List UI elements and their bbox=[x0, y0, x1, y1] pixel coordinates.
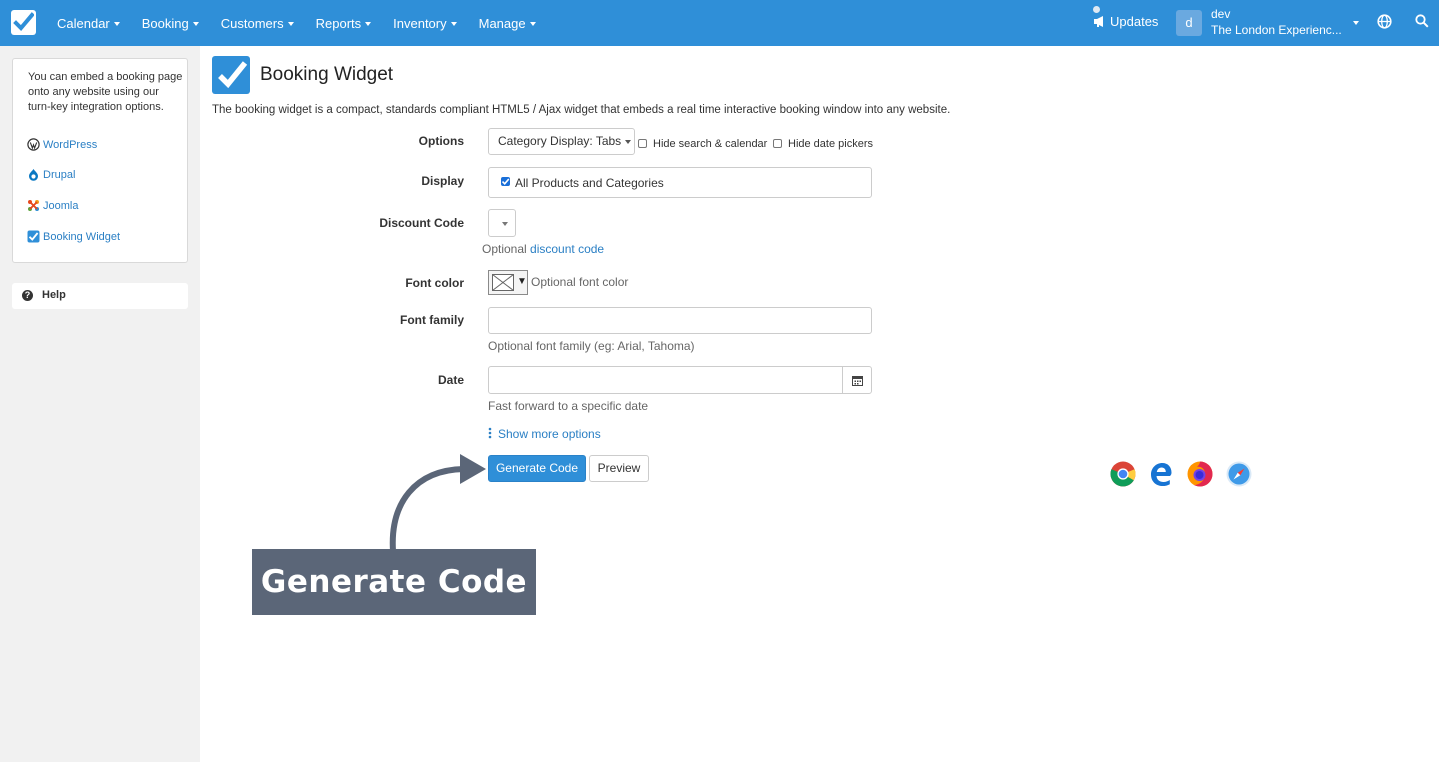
sidebar-item-joomla[interactable]: Joomla bbox=[27, 199, 78, 212]
discount-help-prefix: Optional bbox=[482, 242, 527, 256]
updates-label: Updates bbox=[1110, 14, 1159, 29]
megaphone-icon bbox=[1094, 16, 1103, 27]
category-display-value: Category Display: Tabs bbox=[498, 134, 622, 148]
discount-code-link[interactable]: discount code bbox=[530, 242, 604, 256]
updates-button[interactable]: Updates bbox=[1093, 6, 1159, 29]
font-color-label: Font color bbox=[405, 276, 464, 290]
hide-date-pickers-checkbox[interactable] bbox=[773, 139, 782, 148]
sidebar-item-wordpress[interactable]: WordPress bbox=[27, 138, 97, 151]
safari-icon bbox=[1226, 461, 1252, 487]
hide-search-checkbox[interactable] bbox=[638, 139, 647, 148]
show-more-options-label: Show more options bbox=[498, 427, 601, 441]
nav-reports[interactable]: Reports bbox=[316, 16, 372, 31]
display-label: Display bbox=[421, 174, 464, 188]
integration-panel: You can embed a booking page onto any we… bbox=[12, 58, 188, 263]
sidebar-item-label: WordPress bbox=[43, 138, 98, 151]
empty-color-icon bbox=[492, 274, 514, 291]
annotation-callout-text: Generate Code bbox=[260, 564, 528, 600]
nav-inventory[interactable]: Inventory bbox=[393, 15, 457, 31]
font-color-picker[interactable]: ▼ bbox=[488, 270, 528, 295]
date-label: Date bbox=[437, 373, 464, 387]
sidebar-intro: You can embed a booking page onto any we… bbox=[28, 71, 183, 113]
nav-manage-label: Manage bbox=[478, 15, 526, 31]
nav-calendar[interactable]: Calendar bbox=[57, 16, 120, 31]
chevron-down-icon bbox=[365, 22, 372, 27]
chevron-down-icon: ▼ bbox=[517, 276, 527, 287]
generate-code-button[interactable]: Generate Code bbox=[488, 455, 586, 482]
chevron-down-icon[interactable] bbox=[1353, 21, 1359, 25]
search-icon[interactable] bbox=[1415, 14, 1429, 28]
user-name: dev bbox=[1211, 7, 1231, 21]
nav-booking[interactable]: Booking bbox=[142, 16, 199, 31]
edge-icon bbox=[1151, 463, 1172, 486]
nav-reports-label: Reports bbox=[315, 15, 362, 31]
font-family-label: Font family bbox=[399, 313, 464, 327]
chevron-down-icon bbox=[287, 22, 294, 27]
hide-date-pickers-label: Hide date pickers bbox=[788, 138, 873, 150]
nav-customers[interactable]: Customers bbox=[221, 16, 294, 31]
sidebar-item-label: Drupal bbox=[43, 168, 76, 181]
chevron-down-icon bbox=[450, 22, 457, 27]
sidebar-item-booking-widget[interactable]: Booking Widget bbox=[27, 230, 120, 243]
chevron-down-icon bbox=[529, 22, 536, 27]
nav-customers-label: Customers bbox=[220, 15, 284, 31]
annotation-arrow-icon bbox=[389, 454, 486, 552]
chevron-down-icon bbox=[113, 22, 120, 27]
chevron-down-icon bbox=[192, 22, 199, 27]
date-picker-button[interactable] bbox=[842, 366, 872, 394]
top-navbar: Calendar Booking Customers Reports Inven… bbox=[0, 0, 1439, 46]
notification-dot-icon bbox=[1093, 6, 1100, 13]
display-selector[interactable]: All Products and Categories bbox=[488, 167, 872, 198]
show-more-options-link[interactable]: Show more options bbox=[488, 427, 601, 441]
joomla-icon bbox=[28, 200, 39, 211]
nav-calendar-label: Calendar bbox=[57, 15, 110, 31]
calendar-icon bbox=[852, 376, 863, 386]
nav-booking-label: Booking bbox=[141, 15, 189, 31]
vertical-ellipsis-icon bbox=[488, 427, 492, 439]
display-value: All Products and Categories bbox=[515, 176, 664, 190]
avatar[interactable]: d bbox=[1176, 10, 1202, 36]
help-label: Help bbox=[42, 289, 66, 301]
page-title: Booking Widget bbox=[260, 64, 394, 85]
category-display-dropdown[interactable]: Category Display: Tabs bbox=[488, 128, 635, 155]
nav-inventory-label: Inventory bbox=[393, 15, 447, 31]
wordpress-icon bbox=[27, 138, 40, 151]
checkbox-icon bbox=[27, 230, 40, 243]
discount-code-dropdown[interactable] bbox=[488, 209, 516, 237]
discount-code-label: Discount Code bbox=[379, 216, 464, 230]
app-logo-icon[interactable] bbox=[11, 10, 36, 35]
nav-manage[interactable]: Manage bbox=[479, 16, 536, 31]
date-help: Fast forward to a specific date bbox=[488, 399, 649, 413]
sidebar-item-label: Joomla bbox=[43, 199, 79, 212]
help-button[interactable]: ? Help bbox=[12, 283, 188, 309]
page-description: The booking widget is a compact, standar… bbox=[212, 104, 951, 116]
all-products-checkbox[interactable] bbox=[501, 177, 510, 186]
font-family-input[interactable] bbox=[488, 307, 872, 334]
globe-icon[interactable] bbox=[1377, 14, 1392, 29]
chevron-down-icon bbox=[625, 139, 632, 144]
sidebar-item-drupal[interactable]: Drupal bbox=[27, 168, 75, 181]
date-input[interactable] bbox=[488, 366, 843, 394]
chevron-down-icon bbox=[502, 222, 508, 226]
chrome-icon bbox=[1110, 461, 1136, 487]
preview-button[interactable]: Preview bbox=[589, 455, 649, 482]
options-label: Options bbox=[418, 134, 464, 148]
drupal-icon bbox=[29, 169, 38, 181]
user-menu[interactable]: dev The London Experienc... bbox=[1211, 7, 1341, 37]
question-circle-icon: ? bbox=[22, 290, 33, 301]
user-organization: The London Experienc... bbox=[1211, 23, 1341, 37]
discount-code-help: Optional discount code bbox=[482, 242, 604, 256]
sidebar: You can embed a booking page onto any we… bbox=[0, 46, 200, 762]
check-icon bbox=[501, 178, 510, 185]
font-family-help: Optional font family (eg: Arial, Tahoma) bbox=[488, 339, 695, 353]
annotation-callout: Generate Code bbox=[252, 549, 536, 615]
sidebar-item-label: Booking Widget bbox=[43, 230, 121, 243]
main-menu: Calendar Booking Customers Reports Inven… bbox=[57, 0, 558, 46]
font-color-help: Optional font color bbox=[531, 275, 629, 289]
booking-widget-icon bbox=[212, 56, 250, 94]
firefox-icon bbox=[1187, 461, 1213, 487]
hide-search-label: Hide search & calendar bbox=[653, 138, 768, 150]
